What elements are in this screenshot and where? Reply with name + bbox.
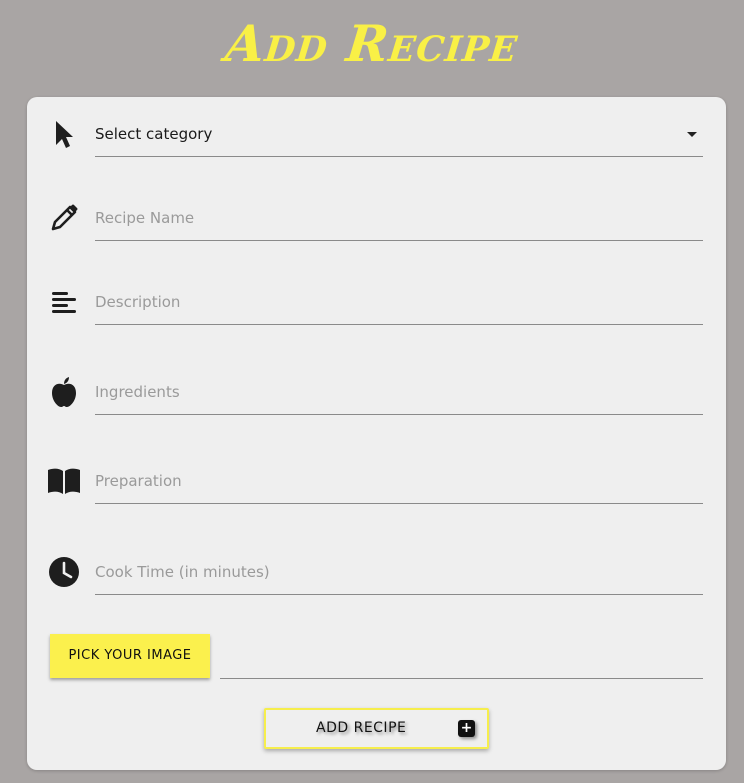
recipe-form-card: Select category Recipe Name Description …	[27, 97, 726, 770]
pick-image-button[interactable]: PICK YOUR IMAGE	[50, 634, 210, 678]
cook-time-input[interactable]: Cook Time (in minutes)	[95, 555, 703, 595]
image-filename-field	[220, 678, 703, 679]
clock-icon	[47, 555, 81, 589]
description-input[interactable]: Description	[95, 285, 703, 325]
text-align-left-icon	[47, 285, 81, 319]
preparation-placeholder: Preparation	[95, 472, 182, 490]
cook-time-row: Cook Time (in minutes)	[27, 555, 726, 595]
description-placeholder: Description	[95, 293, 181, 311]
pencil-icon	[47, 201, 81, 235]
ingredients-placeholder: Ingredients	[95, 383, 180, 401]
apple-icon	[47, 375, 81, 409]
recipe-name-input[interactable]: Recipe Name	[95, 201, 703, 241]
description-row: Description	[27, 285, 726, 325]
cook-time-placeholder: Cook Time (in minutes)	[95, 563, 270, 581]
preparation-row: Preparation	[27, 464, 726, 504]
category-select-value: Select category	[95, 125, 213, 143]
category-select[interactable]: Select category	[95, 117, 703, 157]
cursor-pointer-icon	[47, 117, 81, 151]
recipe-name-placeholder: Recipe Name	[95, 209, 195, 227]
add-recipe-button[interactable]: ADD RECIPE +	[264, 708, 489, 749]
category-row: Select category	[27, 117, 726, 157]
plus-icon: +	[458, 720, 475, 737]
recipe-name-row: Recipe Name	[27, 201, 726, 241]
book-icon	[47, 464, 81, 498]
preparation-input[interactable]: Preparation	[95, 464, 703, 504]
ingredients-input[interactable]: Ingredients	[95, 375, 703, 415]
add-recipe-label: ADD RECIPE	[316, 720, 407, 736]
chevron-down-icon[interactable]	[687, 132, 697, 137]
ingredients-row: Ingredients	[27, 375, 726, 415]
page-title: Add Recipe	[222, 14, 522, 73]
